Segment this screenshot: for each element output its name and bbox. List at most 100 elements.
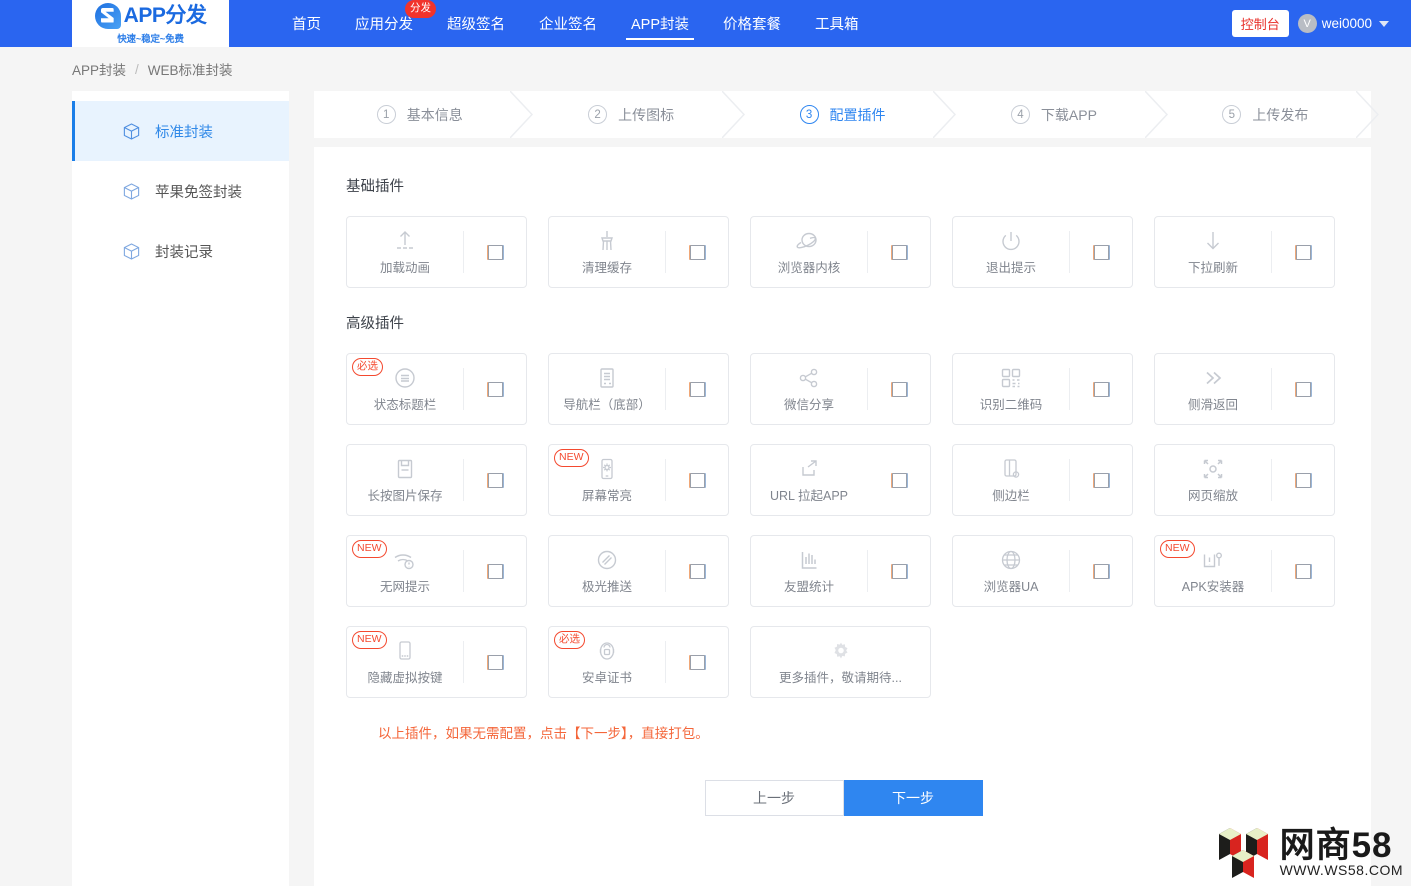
plugin-label: 安卓证书 — [581, 671, 632, 685]
previous-step-button[interactable]: 上一步 — [704, 780, 844, 816]
plugin-checkbox[interactable] — [689, 654, 705, 670]
plugin-label: 更多插件，敬请期待... — [779, 671, 902, 685]
plugin-checkbox[interactable] — [487, 472, 503, 488]
plugin-label: 友盟统计 — [783, 580, 834, 594]
sidebar-item-standard-packaging[interactable]: 标准封装 — [72, 101, 289, 161]
plugin-checkbox[interactable] — [487, 244, 503, 260]
plugin-checkbox[interactable] — [891, 472, 907, 488]
plugin-checkbox[interactable] — [689, 563, 705, 579]
planet-icon — [796, 228, 822, 254]
plugin-checkbox[interactable] — [1093, 244, 1109, 260]
plugin-checkbox[interactable] — [689, 244, 705, 260]
plugin-label: APK安装器 — [1181, 580, 1245, 594]
plugin-label: 微信分享 — [783, 398, 834, 412]
plugin-checkbox[interactable] — [891, 563, 907, 579]
nav-item-pricing[interactable]: 价格套餐 — [706, 0, 798, 47]
nav-label: 超级签名 — [447, 17, 505, 33]
plugin-card-browser-ua[interactable]: 浏览器UA — [952, 535, 1133, 607]
section-title-basic: 基础插件 — [346, 179, 404, 195]
step-number: 4 — [1010, 105, 1030, 124]
nav-item-toolbox[interactable]: 工具箱 — [798, 0, 876, 47]
plugin-badge-required: 必选 — [352, 358, 383, 376]
gear-icon — [830, 638, 852, 664]
next-step-button[interactable]: 下一步 — [843, 780, 983, 816]
nav-label: 企业签名 — [539, 17, 597, 33]
external-launch-icon — [797, 456, 821, 482]
step-label: 基本信息 — [406, 106, 463, 123]
console-button[interactable]: 控制台 — [1231, 10, 1289, 37]
plugin-checkbox[interactable] — [891, 381, 907, 397]
main-menu: 首页 应用分发 分发 超级签名 企业签名 APP封装 价格套餐 工具箱 — [275, 0, 876, 47]
plugin-card-clear-cache[interactable]: 清理缓存 — [548, 216, 729, 288]
plugin-badge-new: NEW — [1160, 540, 1195, 558]
nav-label: 工具箱 — [815, 17, 859, 33]
nav-item-app-distribution[interactable]: 应用分发 分发 — [338, 0, 436, 47]
plugin-card-scan-qrcode[interactable]: 识别二维码 — [952, 353, 1133, 425]
top-navigation-bar: APP分发 快速~稳定~免费 首页 应用分发 分发 超级签名 企业签名 APP封… — [0, 0, 1411, 47]
nav-item-home[interactable]: 首页 — [275, 0, 338, 47]
plugin-label: 极光推送 — [581, 580, 632, 594]
plugin-card-apk-installer[interactable]: NEW APK安装器 — [1154, 535, 1335, 607]
plugin-card-wechat-share[interactable]: 微信分享 — [750, 353, 931, 425]
plugin-card-browser-kernel[interactable]: 浏览器内核 — [750, 216, 931, 288]
user-name: wei0000 — [1321, 16, 1372, 31]
logo-subtitle: 快速~稳定~免费 — [117, 33, 184, 45]
nav-item-enterprise-signature[interactable]: 企业签名 — [522, 0, 614, 47]
content-area: 1 基本信息 2 上传图标 3 配置插件 4 下载APP 5 上传发布 基础插件… — [314, 91, 1380, 886]
sidebar-item-apple-signfree-packaging[interactable]: 苹果免签封装 — [72, 161, 289, 221]
step-arrow-icon — [1356, 91, 1380, 138]
plugin-card-no-network-prompt[interactable]: NEW 无网提示 — [346, 535, 527, 607]
plugin-checkbox[interactable] — [487, 563, 503, 579]
step-download-app[interactable]: 4 下载APP — [948, 91, 1168, 138]
sidebar-item-packaging-records[interactable]: 封装记录 — [72, 221, 289, 281]
plugin-card-status-title-bar[interactable]: 必选 状态标题栏 — [346, 353, 527, 425]
plugin-checkbox[interactable] — [1295, 472, 1311, 488]
plugin-card-android-certificate[interactable]: 必选 安卓证书 — [548, 626, 729, 698]
plugin-checkbox[interactable] — [1093, 563, 1109, 579]
plugin-label: 清理缓存 — [581, 261, 632, 275]
breadcrumb-current: WEB标准封装 — [147, 63, 233, 78]
download-arrow-icon — [1201, 228, 1225, 254]
step-configure-plugins[interactable]: 3 配置插件 — [737, 91, 957, 138]
nav-item-super-signature[interactable]: 超级签名 — [430, 0, 522, 47]
plugin-checkbox[interactable] — [1295, 381, 1311, 397]
plugin-checkbox[interactable] — [891, 244, 907, 260]
plugin-card-longpress-save-image[interactable]: 长按图片保存 — [346, 444, 527, 516]
cube-icon — [123, 182, 140, 200]
plugin-checkbox[interactable] — [1093, 381, 1109, 397]
site-logo[interactable]: APP分发 快速~稳定~免费 — [72, 0, 229, 47]
avatar: V — [1297, 14, 1317, 33]
plugin-card-bottom-navbar[interactable]: 导航栏（底部） — [548, 353, 729, 425]
step-basic-info[interactable]: 1 基本信息 — [314, 91, 534, 138]
plugin-checkbox[interactable] — [689, 472, 705, 488]
nav-item-app-packaging[interactable]: APP封装 — [614, 0, 706, 47]
plugin-badge-new: NEW — [352, 631, 387, 649]
plugin-card-umeng-analytics[interactable]: 友盟统计 — [750, 535, 931, 607]
plugin-card-loading-animation[interactable]: 加载动画 — [346, 216, 527, 288]
step-indicator: 1 基本信息 2 上传图标 3 配置插件 4 下载APP 5 上传发布 — [314, 91, 1380, 138]
plugin-checkbox[interactable] — [1295, 244, 1311, 260]
step-upload-publish[interactable]: 5 上传发布 — [1160, 91, 1380, 138]
step-upload-icon[interactable]: 2 上传图标 — [525, 91, 745, 138]
plugin-checkbox[interactable] — [487, 381, 503, 397]
plugin-card-hide-virtual-keys[interactable]: NEW 隐藏虚拟按键 — [346, 626, 527, 698]
plugin-card-screen-always-on[interactable]: NEW 屏幕常亮 — [548, 444, 729, 516]
plugin-card-webpage-zoom[interactable]: 网页缩放 — [1154, 444, 1335, 516]
plugin-card-url-launch-app[interactable]: URL 拉起APP — [750, 444, 931, 516]
plugin-card-jpush[interactable]: 极光推送 — [548, 535, 729, 607]
plugin-card-pull-refresh[interactable]: 下拉刷新 — [1154, 216, 1335, 288]
user-menu[interactable]: V wei0000 — [1297, 14, 1389, 33]
plugin-card-sidebar[interactable]: 侧边栏 — [952, 444, 1133, 516]
plugin-label: 状态标题栏 — [373, 398, 437, 412]
plugin-checkbox[interactable] — [487, 654, 503, 670]
plugin-label: 浏览器内核 — [777, 261, 841, 275]
plugin-card-swipe-back[interactable]: 侧滑返回 — [1154, 353, 1335, 425]
menu-circle-icon — [393, 365, 417, 391]
plugin-checkbox[interactable] — [689, 381, 705, 397]
plugin-checkbox[interactable] — [1295, 563, 1311, 579]
wizard-buttons: 上一步 下一步 — [346, 780, 1341, 816]
plugin-card-exit-prompt[interactable]: 退出提示 — [952, 216, 1133, 288]
plugin-checkbox[interactable] — [1093, 472, 1109, 488]
plugin-label: 浏览器UA — [983, 580, 1039, 594]
breadcrumb-parent[interactable]: APP封装 — [72, 59, 126, 79]
